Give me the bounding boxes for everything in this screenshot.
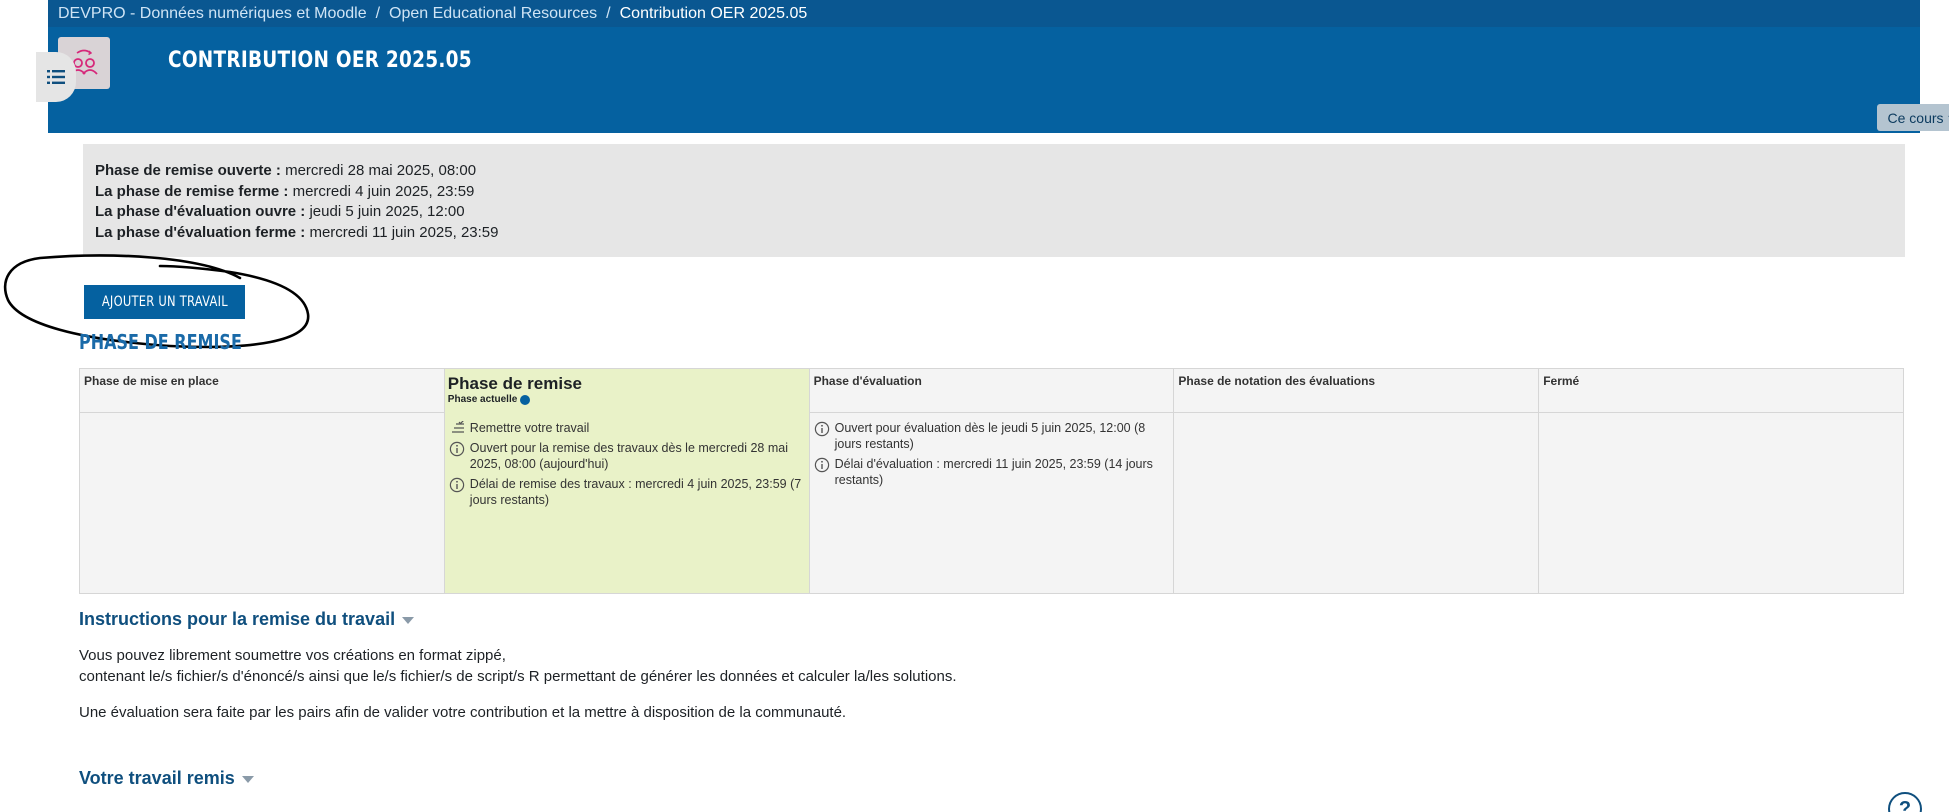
instructions-heading: Instructions pour la remise du travail (79, 609, 396, 629)
date-label: La phase de remise ferme : (95, 182, 289, 200)
task-item: Délai de remise des travaux : mercredi 4… (449, 476, 805, 508)
info-icon (449, 477, 464, 493)
date-row: Phase de remise ouverte : mercredi 28 ma… (95, 161, 1893, 182)
breadcrumb: DEVPRO - Données numériques et Moodle / … (48, 0, 1920, 27)
phase-title: Phase de remise (447, 374, 582, 393)
course-menu-label: Ce cours (1887, 109, 1944, 126)
current-phase-heading: PHASE DE REMISE (79, 330, 242, 354)
date-value: jeudi 5 juin 2025, 12:00 (309, 203, 465, 220)
breadcrumb-current: Contribution OER 2025.05 (619, 4, 808, 22)
collapse-triangle-icon (402, 617, 415, 624)
task-item: Ouvert pour évaluation dès le jeudi 5 ju… (814, 420, 1170, 452)
date-label: Phase de remise ouverte : (95, 162, 281, 179)
date-value: mercredi 4 juin 2025, 23:59 (292, 182, 475, 200)
phase-title: Phase d'évaluation (809, 369, 1174, 413)
task-item: Délai d'évaluation : mercredi 11 juin 20… (814, 456, 1170, 488)
info-icon (449, 441, 464, 457)
help-icon: ? (1898, 797, 1912, 812)
instructions-text: Vous pouvez librement soumettre vos créa… (79, 645, 957, 687)
phase-closed: Fermé (1539, 369, 1903, 593)
phase-title: Fermé (1539, 369, 1903, 413)
task-text: Ouvert pour évaluation dès le jeudi 5 ju… (834, 421, 1146, 451)
current-phase-badge: Phase actuelle (448, 394, 806, 405)
instructions-note: Une évaluation sera faite par les pairs … (79, 704, 847, 721)
instructions-toggle[interactable]: Instructions pour la remise du travail (79, 609, 415, 630)
date-value: mercredi 11 juin 2025, 23:59 (309, 223, 499, 241)
task-text: Délai d'évaluation : mercredi 11 juin 20… (834, 457, 1153, 487)
phase-setup: Phase de mise en place (80, 369, 445, 593)
todo-icon (451, 421, 464, 433)
phase-title: Phase de notation des évaluations (1174, 369, 1539, 413)
page-header: DEVPRO - Données numériques et Moodle / … (48, 0, 1949, 133)
current-phase-dot-icon (520, 394, 531, 405)
phase-assessment: Phase d'évaluation Ouvert pour évaluatio… (809, 369, 1175, 593)
your-submission-heading: Votre travail remis (79, 768, 235, 788)
task-item: Ouvert pour la remise des travaux dès le… (449, 440, 805, 472)
breadcrumb-section[interactable]: Open Educational Resources (389, 5, 597, 23)
phase-submission: Phase de remise Phase actuelle Remettre … (444, 369, 810, 593)
date-row: La phase d'évaluation ouvre : jeudi 5 ju… (95, 202, 1893, 223)
breadcrumb-course[interactable]: DEVPRO - Données numériques et Moodle (58, 5, 367, 23)
instructions-line: contenant le/s fichier/s d'énoncé/s ains… (79, 668, 957, 685)
breadcrumb-separator: / (375, 4, 381, 22)
date-row: La phase d'évaluation ferme : mercredi 1… (95, 223, 1893, 244)
phase-tasks: Remettre votre travail Ouvert pour la re… (445, 413, 809, 508)
collapse-triangle-icon (241, 776, 254, 783)
task-text: Délai de remise des travaux : mercredi 4… (469, 477, 802, 507)
date-value: mercredi 28 mai 2025, 08:00 (285, 162, 477, 179)
current-phase-label: Phase actuelle (447, 394, 518, 405)
info-icon (814, 421, 829, 437)
task-text: Ouvert pour la remise des travaux dès le… (469, 441, 788, 471)
user-plan-phases: Phase de mise en place Phase de remise P… (79, 368, 1904, 594)
phase-title: Phase de mise en place (80, 369, 444, 413)
course-index-toggle[interactable] (36, 52, 76, 102)
phase-header: Phase de remise Phase actuelle (445, 369, 809, 413)
task-text: Remettre votre travail (469, 421, 590, 435)
help-button[interactable]: ? (1888, 792, 1922, 812)
date-label: La phase d'évaluation ouvre : (95, 203, 306, 220)
task-item[interactable]: Remettre votre travail (449, 420, 805, 436)
phase-evaluation: Phase de notation des évaluations (1174, 369, 1540, 593)
workshop-dates: Phase de remise ouverte : mercredi 28 ma… (83, 144, 1905, 257)
info-icon (814, 457, 829, 473)
course-menu-dropdown[interactable]: Ce cours ▼ (1877, 104, 1949, 131)
list-icon (47, 70, 65, 84)
breadcrumb-separator: / (606, 4, 611, 22)
your-submission-toggle[interactable]: Votre travail remis (79, 768, 254, 789)
date-label: La phase d'évaluation ferme : (95, 223, 306, 241)
date-row: La phase de remise ferme : mercredi 4 ju… (95, 182, 1893, 203)
phase-tasks: Ouvert pour évaluation dès le jeudi 5 ju… (810, 413, 1174, 488)
instructions-line: Vous pouvez librement soumettre vos créa… (79, 647, 506, 664)
page-title: CONTRIBUTION OER 2025.05 (168, 48, 472, 73)
